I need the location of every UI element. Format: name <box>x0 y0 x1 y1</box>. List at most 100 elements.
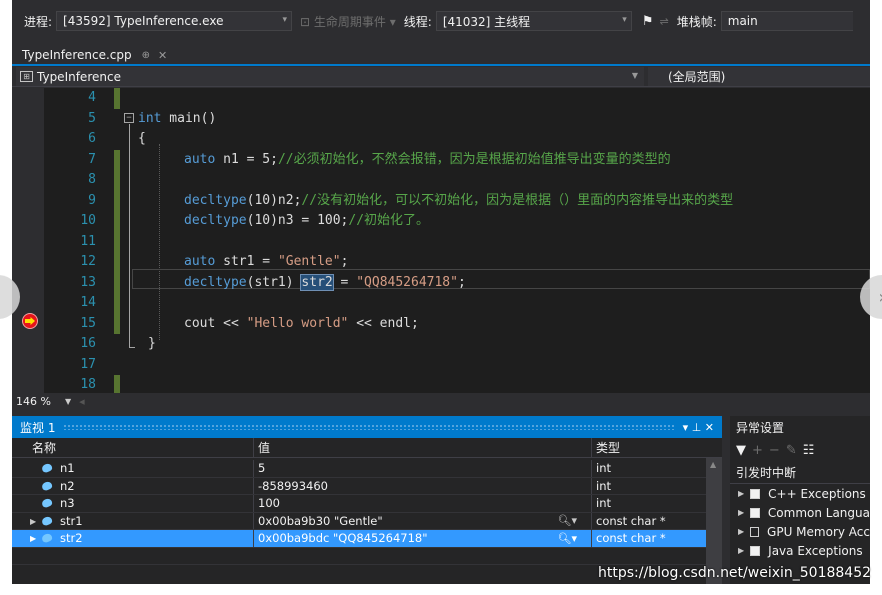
debug-location-toolbar: 进程: [43592] TypeInference.exe ▾ ⊡ 生命周期事件… <box>12 8 870 34</box>
watch-value[interactable]: 5 <box>254 460 592 477</box>
expand-icon[interactable]: ▶ <box>738 508 744 517</box>
watch-empty-row[interactable] <box>12 548 706 565</box>
lifecycle-icon: ⊡ <box>300 14 314 29</box>
scroll-up-icon[interactable]: ▲ <box>710 460 716 469</box>
thread-label: 线程: <box>403 14 432 29</box>
zoom-bar: 146 % ▼ ◂ <box>12 393 870 410</box>
exception-label: C++ Exceptions <box>768 486 866 501</box>
expand-icon[interactable]: ▶ <box>738 546 744 555</box>
watch-value[interactable]: -858993460 <box>254 477 592 494</box>
project-icon: ⊞ <box>20 71 33 82</box>
edit-icon[interactable]: ✎ <box>786 443 797 458</box>
document-tab-row: TypeInference.cpp ⊕ ✕ <box>12 44 870 66</box>
watch-type: int <box>596 461 611 476</box>
stackframe-label: 堆栈帧: <box>676 14 717 29</box>
column-header-value[interactable]: 值 <box>254 438 592 457</box>
watch-name: n1 <box>60 461 75 476</box>
exception-label: Java Exceptions <box>768 543 863 558</box>
watch-type: int <box>596 478 611 493</box>
watermark: https://blog.csdn.net/weixin_50188452 <box>598 565 872 581</box>
code-line-12: auto str1 = "Gentle"; <box>184 254 349 269</box>
lifecycle-label: 生命周期事件 <box>313 14 386 29</box>
exception-category[interactable]: ▶ Common Langua <box>730 503 870 522</box>
exception-settings-title: 异常设置 <box>736 420 785 435</box>
exception-settings-toolbar: ▼ + − ✎ ☷ <box>730 438 870 462</box>
variable-icon <box>40 497 54 509</box>
code-line-5: int main() <box>138 110 217 126</box>
text-visualizer-icon[interactable]: 🔍︎▾ <box>558 532 578 545</box>
watch-type: const char * <box>596 531 666 546</box>
watch-row[interactable]: n2 -858993460 int <box>12 477 706 495</box>
checkbox-checked[interactable] <box>750 507 760 518</box>
watch-title-bar[interactable]: 监视 1 ▾ ⊥ ✕ <box>12 416 722 438</box>
watch-name: n3 <box>60 496 75 511</box>
visual-studio-window: 进程: [43592] TypeInference.exe ▾ ⊡ 生命周期事件… <box>12 0 870 584</box>
process-combo[interactable]: [43592] TypeInference.exe ▾ <box>56 11 293 31</box>
line-number: 17 <box>80 356 96 372</box>
exception-category[interactable]: ▶ Java Exceptions <box>730 541 870 560</box>
global-scope-dropdown[interactable]: (全局范围) <box>648 67 870 86</box>
watch-window: 监视 1 ▾ ⊥ ✕ 名称 值 类型 n1 5 int n2 -85899346… <box>12 416 722 584</box>
code-line-7: auto n1 = 5;//必须初始化，不然会报错，因为是根据初始值推导出变量的… <box>184 151 671 167</box>
watch-value[interactable]: 0x00ba9b30 "Gentle" 🔍︎▾ <box>254 512 592 529</box>
filter-icon[interactable]: ▼ <box>736 443 746 458</box>
window-controls[interactable]: ▾ ⊥ ✕ <box>683 421 714 434</box>
column-header-type[interactable]: 类型 <box>592 438 706 457</box>
line-number: 4 <box>88 90 96 105</box>
text-visualizer-icon[interactable]: 🔍︎▾ <box>558 514 578 527</box>
line-number: 14 <box>80 295 96 310</box>
lifecycle-events-button[interactable]: ⊡ 生命周期事件 ▾ <box>300 13 396 30</box>
code-line-16: } <box>148 336 156 351</box>
watch-name: str2 <box>60 531 83 546</box>
checkbox-unchecked[interactable] <box>750 526 760 537</box>
thread-value: [41032] 主线程 <box>442 14 531 29</box>
process-value: [43592] TypeInference.exe <box>63 14 224 28</box>
document-tab[interactable]: TypeInference.cpp ⊕ ✕ <box>16 44 173 66</box>
zoom-level[interactable]: 146 % <box>16 395 51 408</box>
code-editor[interactable]: 4 5 6 7 8 9 10 11 12 13 14 15 16 17 18 −… <box>12 88 870 396</box>
chevron-down-icon: ▾ <box>622 15 627 25</box>
project-scope-label: TypeInference <box>37 69 121 84</box>
watch-column-headers: 名称 值 类型 <box>12 438 722 458</box>
thread-filter-icon[interactable]: ⇌ <box>659 15 668 28</box>
watch-row[interactable]: n1 5 int <box>12 460 706 478</box>
stackframe-value: main <box>727 14 758 28</box>
checkbox-checked[interactable] <box>750 545 761 556</box>
global-scope-label: (全局范围) <box>668 70 726 84</box>
indent-guide <box>159 144 160 340</box>
checkbox-checked[interactable] <box>750 488 761 499</box>
navigation-bar: ⊞ TypeInference ▼ (全局范围) <box>12 67 870 87</box>
exception-category[interactable]: ▶ GPU Memory Acc <box>730 522 870 541</box>
exception-label: Common Langua <box>767 505 870 520</box>
list-icon[interactable]: ☷ <box>803 443 815 458</box>
chevron-down-icon: ▾ <box>282 15 288 25</box>
variable-icon <box>40 480 54 492</box>
watch-row[interactable]: ▶ str1 0x00ba9b30 "Gentle" 🔍︎▾ const char… <box>12 512 706 530</box>
watch-row-selected[interactable]: ▶ str2 0x00ba9bdc "QQ845264718" 🔍︎▾ const… <box>12 530 706 548</box>
change-marker <box>114 231 120 252</box>
thread-combo[interactable]: [41032] 主线程 ▾ <box>435 11 632 31</box>
variable-icon <box>40 462 54 474</box>
expand-icon[interactable]: ▶ <box>738 489 744 498</box>
close-icon[interactable]: ✕ <box>158 49 167 62</box>
column-header-name[interactable]: 名称 <box>12 438 254 457</box>
flag-icon[interactable]: ⚑ <box>642 14 654 29</box>
stackframe-combo[interactable]: main <box>720 11 853 31</box>
chevron-down-icon[interactable]: ▼ <box>65 397 71 406</box>
watch-type: int <box>596 496 611 511</box>
watch-value[interactable]: 0x00ba9bdc "QQ845264718" 🔍︎▾ <box>254 530 592 547</box>
break-when-thrown-header: 引发时中断 <box>730 462 870 484</box>
exception-category[interactable]: ▶ C++ Exceptions <box>730 484 870 503</box>
project-scope-dropdown[interactable]: ⊞ TypeInference ▼ <box>16 67 644 86</box>
tab-filename: TypeInference.cpp <box>22 48 132 62</box>
add-icon[interactable]: + <box>752 443 763 458</box>
line-number: 11 <box>80 233 96 249</box>
expand-icon[interactable]: ▶ <box>738 527 744 536</box>
watch-row[interactable]: n3 100 int <box>12 495 706 513</box>
pin-icon[interactable]: ⊕ <box>142 50 150 61</box>
watch-value[interactable]: 100 <box>254 495 592 512</box>
code-line-9: decltype(10)n2;//没有初始化，可以不初始化，因为是根据（）里面的… <box>184 192 734 208</box>
remove-icon[interactable]: − <box>769 443 780 458</box>
chevron-right-icon: › <box>878 287 882 308</box>
scroll-left-icon[interactable]: ◂ <box>79 395 85 408</box>
